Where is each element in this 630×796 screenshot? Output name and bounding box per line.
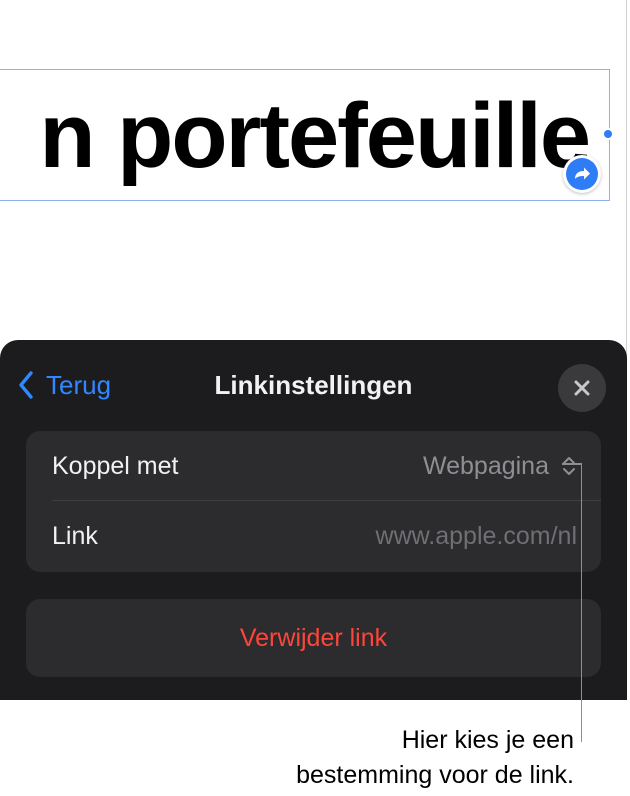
close-icon	[574, 380, 590, 396]
link-url-field[interactable]: www.apple.com/nl	[376, 501, 577, 571]
up-down-chevron-icon	[563, 457, 575, 475]
link-badge-button[interactable]	[563, 155, 601, 193]
connect-with-value-text: Webpagina	[422, 452, 549, 480]
selected-text-box[interactable]: n portefeuille	[0, 69, 610, 201]
selection-handle[interactable]	[602, 128, 614, 140]
callout-line-2: bestemming voor de link.	[296, 761, 574, 789]
callout-line	[580, 463, 582, 742]
headline-text[interactable]: n portefeuille	[39, 86, 591, 186]
link-settings-panel: Terug Linkinstellingen Koppel met Webpag…	[0, 340, 627, 700]
link-settings-group: Koppel met Webpagina Link www.apple.com/…	[26, 431, 601, 572]
callout-line-1: Hier kies je een	[401, 726, 574, 754]
connect-with-row[interactable]: Koppel met Webpagina	[26, 431, 601, 501]
remove-link-button[interactable]: Verwijder link	[26, 599, 601, 677]
connect-with-value[interactable]: Webpagina	[423, 431, 577, 501]
link-arrow-icon	[566, 158, 598, 190]
callout-annotation: Hier kies je een bestemming voor de link…	[174, 723, 574, 793]
link-label: Link	[52, 522, 98, 550]
close-button[interactable]	[558, 364, 606, 412]
panel-title: Linkinstellingen	[214, 370, 413, 400]
callout-line	[562, 463, 582, 465]
link-row[interactable]: Link www.apple.com/nl	[26, 501, 601, 571]
connect-with-label: Koppel met	[52, 452, 179, 480]
